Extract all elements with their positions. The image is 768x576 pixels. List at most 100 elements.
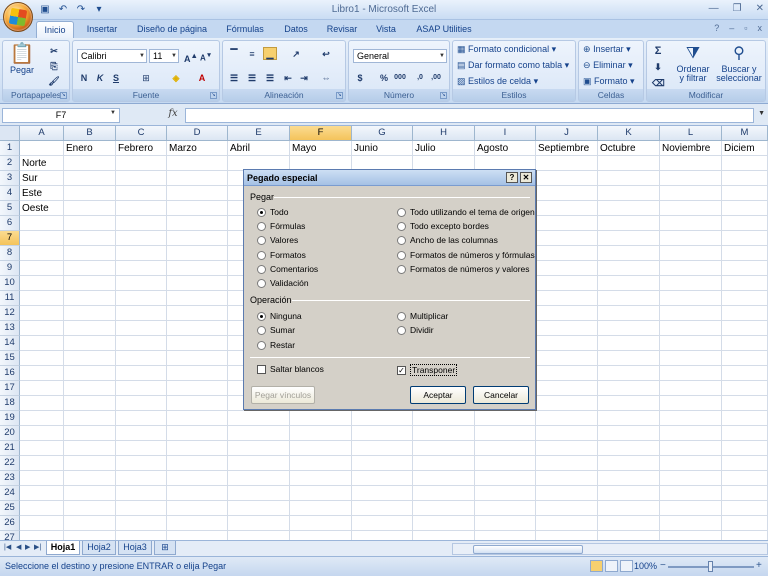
radio-formatos[interactable]: Formatos — [257, 250, 306, 260]
row-header[interactable]: 21 — [0, 441, 20, 456]
autosum-icon[interactable]: Σ — [651, 44, 665, 57]
align-center-icon[interactable]: ☰ — [245, 71, 259, 84]
decrease-decimal-icon[interactable]: ,00 — [429, 71, 443, 84]
decrease-indent-icon[interactable]: ⇤ — [281, 71, 295, 84]
next-sheet-icon[interactable]: ▶ — [25, 543, 30, 551]
cell[interactable]: Este — [20, 186, 42, 201]
column-header[interactable]: D — [167, 126, 228, 141]
fill-color-icon[interactable]: ◈ — [169, 71, 183, 84]
align-left-icon[interactable]: ☰ — [227, 71, 241, 84]
column-header[interactable]: M — [722, 126, 768, 141]
row-header[interactable]: 5 — [0, 201, 20, 216]
row-header[interactable]: 17 — [0, 381, 20, 396]
wrap-text-icon[interactable]: ↩ — [319, 47, 333, 60]
minimize-icon[interactable]: — — [709, 3, 719, 14]
dialog-launcher-icon[interactable]: ↘ — [440, 92, 447, 99]
close-icon[interactable]: ✕ — [756, 3, 764, 14]
row-header[interactable]: 15 — [0, 351, 20, 366]
tab-asap-utilities[interactable]: ASAP Utilities — [410, 21, 478, 38]
radio-formatos-numeros-formulas[interactable]: Formatos de números y fórmulas — [397, 250, 535, 260]
tab-inicio[interactable]: Inicio — [36, 21, 74, 38]
orientation-icon[interactable]: ↗ — [289, 47, 303, 60]
dialog-launcher-icon[interactable]: ↘ — [60, 92, 67, 99]
maximize-icon[interactable]: ❐ — [733, 3, 742, 14]
radio-ninguna[interactable]: Ninguna — [257, 311, 302, 321]
cell[interactable]: Febrero — [116, 141, 153, 156]
tab-formulas[interactable]: Fórmulas — [220, 21, 270, 38]
formula-input[interactable] — [185, 108, 754, 123]
radio-formulas[interactable]: Fórmulas — [257, 221, 305, 231]
row-header[interactable]: 9 — [0, 261, 20, 276]
insert-cells-button[interactable]: ⊕ Insertar ▾ — [583, 44, 631, 55]
row-header[interactable]: 26 — [0, 516, 20, 531]
first-sheet-icon[interactable]: |◀ — [4, 543, 11, 551]
chevron-down-icon[interactable]: ▼ — [110, 110, 116, 116]
row-header[interactable]: 10 — [0, 276, 20, 291]
last-sheet-icon[interactable]: ▶| — [34, 543, 41, 551]
column-header[interactable]: G — [352, 126, 413, 141]
select-all-corner[interactable] — [0, 126, 20, 141]
cell[interactable]: Septiembre — [536, 141, 589, 156]
row-header[interactable]: 2 — [0, 156, 20, 171]
sort-filter-button[interactable]: ⧩ Ordenar y filtrar — [673, 43, 713, 83]
row-header[interactable]: 19 — [0, 411, 20, 426]
row-header[interactable]: 22 — [0, 456, 20, 471]
office-button[interactable] — [3, 2, 33, 32]
horizontal-scrollbar[interactable] — [452, 543, 768, 555]
cell-styles-button[interactable]: ▨ Estilos de celda ▾ — [457, 76, 538, 87]
expand-formula-bar-icon[interactable]: ▼ — [758, 110, 765, 117]
sheet-tab-hoja3[interactable]: Hoja3 — [118, 541, 152, 555]
page-layout-view-icon[interactable] — [605, 560, 618, 572]
name-box[interactable]: F7 — [2, 108, 120, 123]
tab-revisar[interactable]: Revisar — [320, 21, 364, 38]
align-bottom-icon[interactable]: ▁ — [263, 47, 277, 60]
cell[interactable]: Octubre — [598, 141, 636, 156]
cell[interactable]: Julio — [413, 141, 436, 156]
zoom-slider-thumb[interactable] — [708, 561, 713, 572]
cell[interactable]: Diciem — [722, 141, 755, 156]
radio-sumar[interactable]: Sumar — [257, 325, 295, 335]
sheet-tab-hoja1[interactable]: Hoja1 — [46, 541, 80, 555]
column-header[interactable]: H — [413, 126, 475, 141]
dialog-launcher-icon[interactable]: ↘ — [336, 92, 343, 99]
radio-validacion[interactable]: Validación — [257, 278, 309, 288]
thousands-icon[interactable]: 000 — [393, 71, 407, 84]
bold-button[interactable]: N — [77, 71, 91, 84]
row-header[interactable]: 23 — [0, 471, 20, 486]
row-header[interactable]: 13 — [0, 321, 20, 336]
checkbox-saltar-blancos[interactable]: Saltar blancos — [257, 364, 324, 374]
radio-todo-excepto-bordes[interactable]: Todo excepto bordes — [397, 221, 489, 231]
cell[interactable]: Junio — [352, 141, 378, 156]
clear-icon[interactable]: ⌫ — [651, 76, 665, 89]
align-right-icon[interactable]: ☰ — [263, 71, 277, 84]
dialog-launcher-icon[interactable]: ↘ — [210, 92, 217, 99]
row-header[interactable]: 8 — [0, 246, 20, 261]
dialog-help-button[interactable]: ? — [506, 172, 518, 183]
column-header[interactable]: B — [64, 126, 116, 141]
ok-button[interactable]: Aceptar — [410, 386, 466, 404]
cell[interactable]: Agosto — [475, 141, 508, 156]
row-header[interactable]: 6 — [0, 216, 20, 231]
merge-center-icon[interactable]: ⇔ — [319, 71, 333, 84]
tab-diseno-pagina[interactable]: Diseño de página — [130, 21, 214, 38]
row-header[interactable]: 20 — [0, 426, 20, 441]
radio-valores[interactable]: Valores — [257, 235, 298, 245]
zoom-in-icon[interactable]: + — [756, 560, 762, 571]
number-format-select[interactable]: General ▼ — [353, 49, 447, 63]
dialog-close-button[interactable]: ✕ — [520, 172, 532, 183]
row-header[interactable]: 16 — [0, 366, 20, 381]
italic-button[interactable]: K — [93, 71, 107, 84]
font-size-select[interactable]: 11 ▼ — [149, 49, 179, 63]
fill-icon[interactable]: ⬇ — [651, 60, 665, 73]
format-painter-icon[interactable]: 🖌 — [47, 74, 61, 87]
normal-view-icon[interactable] — [590, 560, 603, 572]
column-header[interactable]: J — [536, 126, 598, 141]
radio-dividir[interactable]: Dividir — [397, 325, 434, 335]
cell[interactable]: Sur — [20, 171, 38, 186]
font-color-icon[interactable]: A — [195, 71, 209, 84]
align-middle-icon[interactable]: ≡ — [245, 47, 259, 60]
scroll-thumb[interactable] — [473, 545, 583, 554]
underline-button[interactable]: S — [109, 71, 123, 84]
format-as-table-button[interactable]: ▤ Dar formato como tabla ▾ — [457, 60, 569, 71]
row-header[interactable]: 18 — [0, 396, 20, 411]
